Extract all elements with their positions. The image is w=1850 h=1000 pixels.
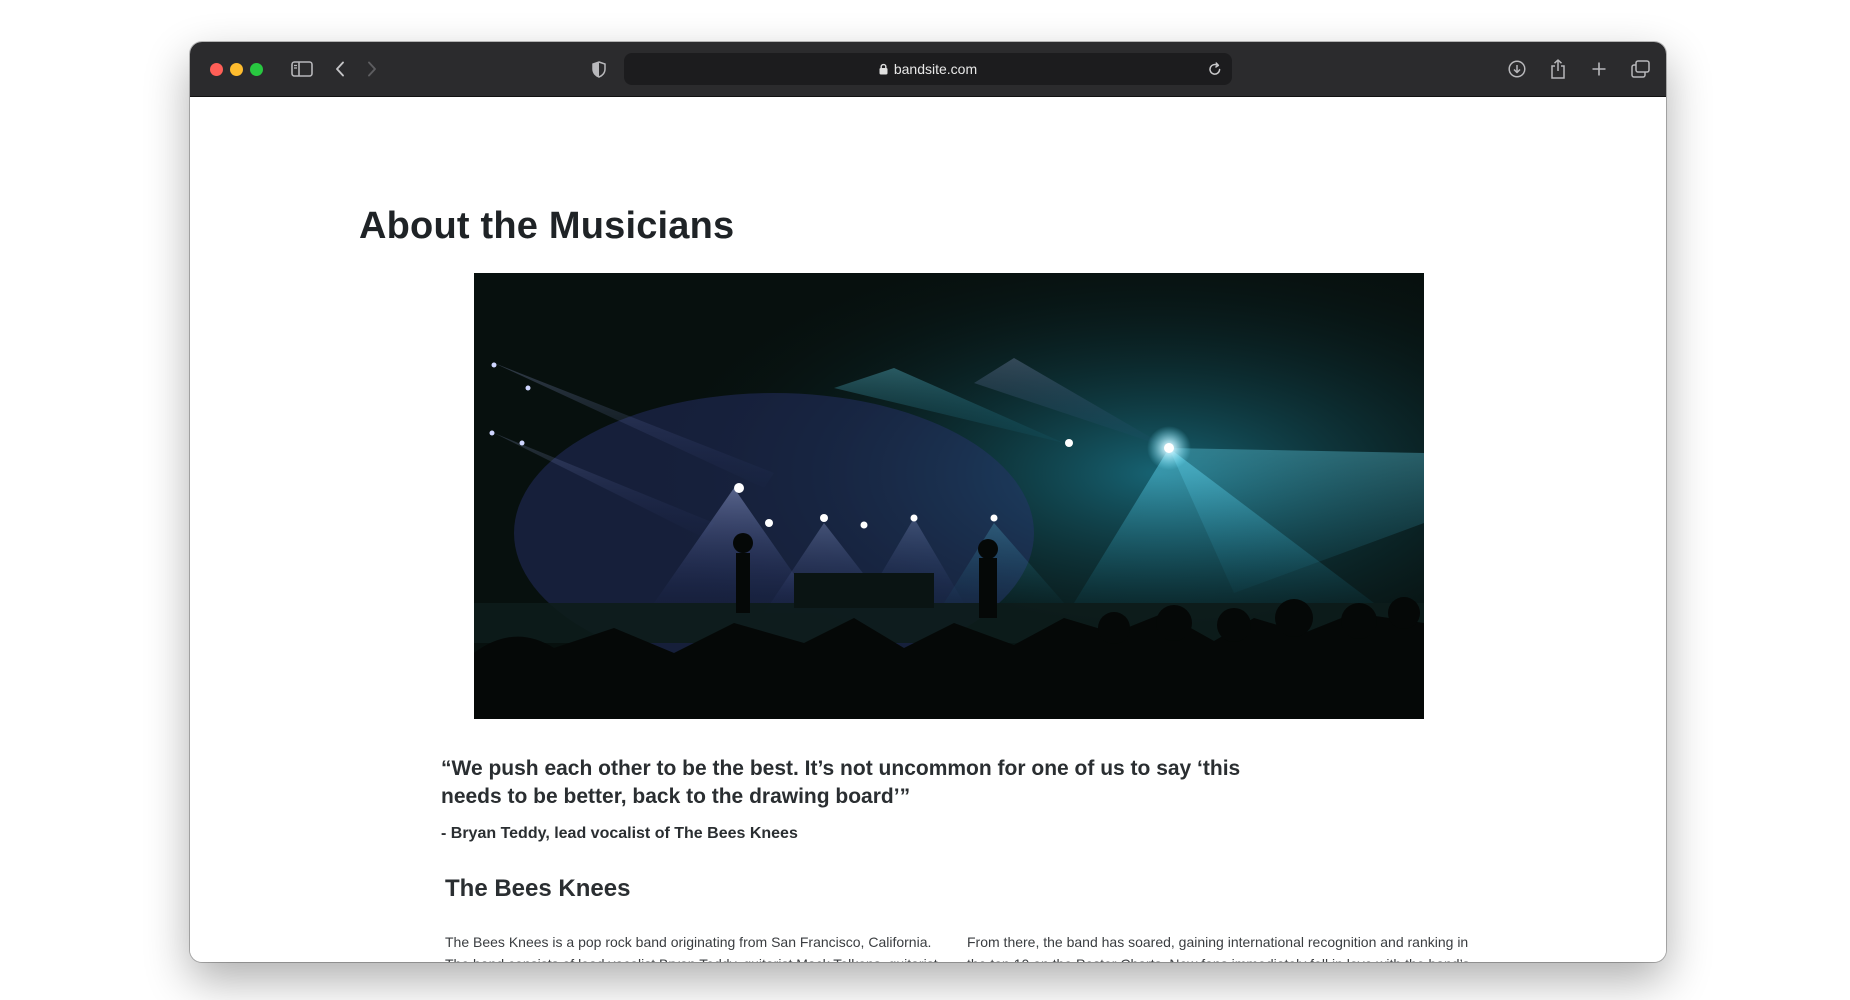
- browser-window: bandsite.com About the Musicians “We pus…: [190, 42, 1666, 962]
- band-quote: “We push each other to be the best. It’s…: [441, 757, 1241, 808]
- quote-attribution: - Bryan Teddy, lead vocalist of The Bees…: [441, 825, 798, 842]
- page-title: About the Musicians: [359, 205, 735, 247]
- address-bar[interactable]: bandsite.com: [624, 53, 1232, 85]
- concert-hero-image: [474, 273, 1424, 719]
- page-content: About the Musicians “We push each other …: [190, 97, 1666, 962]
- minimize-icon[interactable]: [230, 63, 243, 76]
- lock-icon: [879, 63, 888, 75]
- sidebar-icon[interactable]: [290, 58, 314, 80]
- forward-icon[interactable]: [365, 58, 379, 80]
- browser-toolbar: bandsite.com: [190, 42, 1666, 97]
- zoom-icon[interactable]: [250, 63, 263, 76]
- concert-photo: [474, 273, 1424, 719]
- download-icon[interactable]: [1507, 58, 1527, 80]
- shield-icon[interactable]: [591, 58, 607, 80]
- band-bio-right: From there, the band has soared, gaining…: [967, 934, 1469, 962]
- tab-overview-icon[interactable]: [1630, 58, 1650, 80]
- back-icon[interactable]: [333, 58, 347, 80]
- new-tab-icon[interactable]: [1589, 58, 1609, 80]
- band-bio-left: The Bees Knees is a pop rock band origin…: [445, 934, 938, 962]
- reload-icon[interactable]: [1208, 61, 1222, 79]
- band-heading: The Bees Knees: [445, 875, 631, 902]
- close-icon[interactable]: [210, 63, 223, 76]
- url-text: bandsite.com: [893, 61, 978, 77]
- share-icon[interactable]: [1548, 58, 1568, 80]
